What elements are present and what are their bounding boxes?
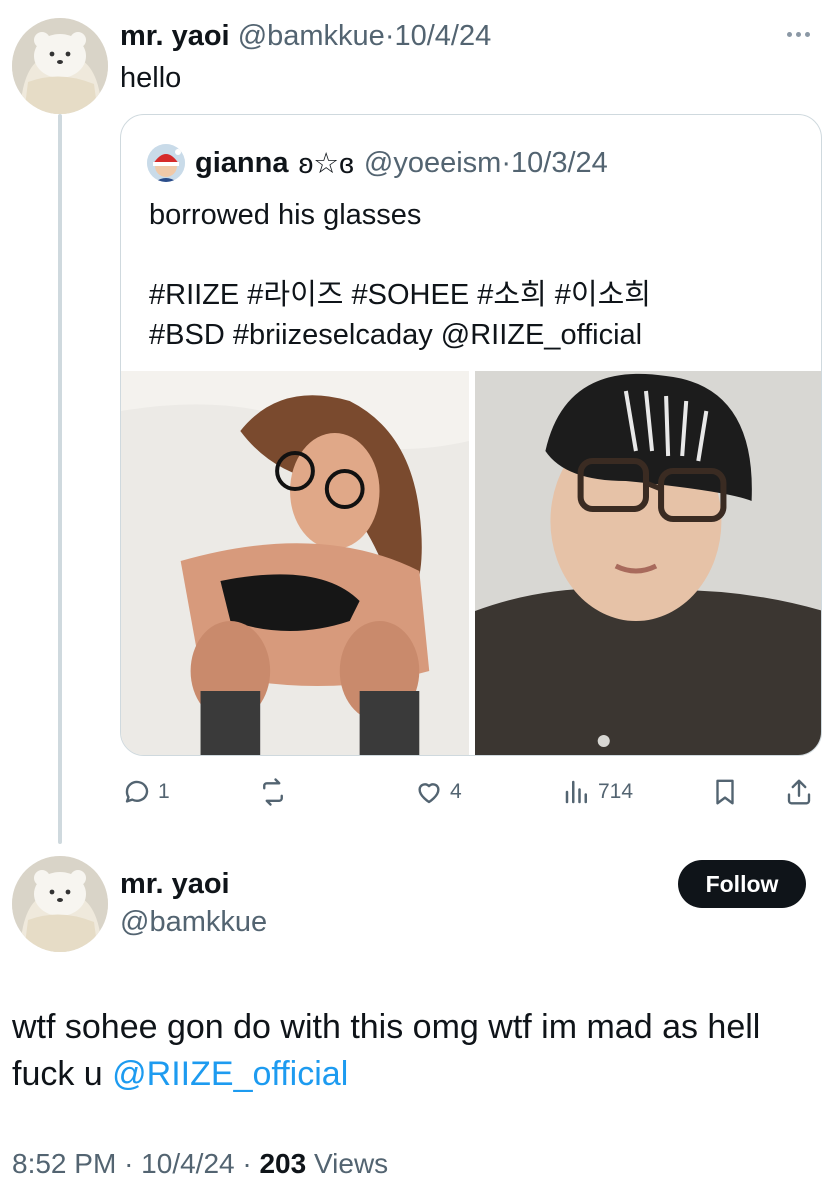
quoted-author-name-deco: ʚ☆ɞ — [298, 147, 354, 180]
like-icon — [418, 783, 440, 804]
quoted-tweet-header: gianna ʚ☆ɞ @yoeeism·10/3/24 — [147, 144, 608, 182]
views-label: Views — [313, 1148, 389, 1179]
action-bar: 1 4 714 — [120, 770, 820, 814]
quoted-tweet-card[interactable]: gianna ʚ☆ɞ @yoeeism·10/3/24 borrowed his… — [120, 114, 822, 756]
follow-button[interactable]: Follow — [678, 860, 806, 908]
bookmark-icon — [716, 779, 734, 805]
avatar[interactable] — [12, 18, 108, 114]
quoted-media — [121, 371, 821, 755]
quoted-tweet-text: borrowed his glasses #RIIZE #라이즈 #SOHEE … — [149, 195, 799, 355]
tweet-date[interactable]: 10/4/24 — [394, 20, 491, 52]
repost-button[interactable] — [258, 770, 294, 814]
author-handle[interactable]: @bamkkue — [120, 904, 267, 940]
like-count: 4 — [450, 780, 462, 803]
repost-icon — [263, 778, 283, 806]
reply-count: 1 — [158, 780, 170, 803]
photo-left[interactable] — [121, 371, 469, 755]
tweet-page: mr. yaoi @bamkkue·10/4/24 hello gianna ʚ… — [0, 0, 828, 1200]
quoted-author-name: gianna — [195, 146, 289, 179]
reply-tweet-text: hello — [120, 62, 182, 94]
views-count: 714 — [598, 780, 634, 803]
mention-link[interactable]: @RIIZE_official — [112, 1055, 348, 1093]
author-name[interactable]: mr. yaoi — [120, 866, 230, 902]
avatar-image — [12, 18, 108, 114]
reply-tweet-header: mr. yaoi @bamkkue·10/4/24 — [120, 18, 491, 54]
views-icon — [565, 780, 587, 804]
main-tweet-text: wtf sohee gon do with this omg wtf im ma… — [12, 1004, 812, 1098]
views-count: 203 — [259, 1148, 307, 1179]
avatar-image — [12, 856, 108, 952]
quoted-author-handle: @yoeeism·10/3/24 — [363, 146, 608, 179]
tweet-date[interactable]: 10/4/24 — [141, 1148, 234, 1179]
reply-button[interactable]: 1 — [122, 770, 170, 814]
author-handle[interactable]: @bamkkue — [238, 20, 385, 52]
quoted-avatar — [147, 144, 185, 182]
tweet-time[interactable]: 8:52 PM — [12, 1148, 116, 1179]
thread-line — [58, 114, 62, 844]
avatar[interactable] — [12, 856, 108, 952]
author-name[interactable]: mr. yaoi — [120, 20, 230, 52]
quoted-hashtags-line: #RIIZE #라이즈 #SOHEE #소희 #이소희 — [149, 279, 651, 311]
reply-icon — [125, 780, 149, 803]
like-button[interactable]: 4 — [414, 770, 462, 814]
more-horizontal-icon[interactable] — [778, 22, 818, 46]
views-button[interactable]: 714 — [562, 770, 633, 814]
share-icon — [787, 779, 811, 805]
quoted-text-line: borrowed his glasses — [149, 199, 422, 231]
separator: · — [124, 1148, 134, 1179]
tweet-meta: 8:52 PM · 10/4/24 · 203 Views — [12, 1146, 388, 1182]
quoted-hashtags-line: #BSD #briizeselcaday @RIIZE_official — [149, 319, 643, 351]
photo-right[interactable] — [475, 371, 821, 755]
bookmark-button[interactable] — [710, 770, 740, 814]
separator: · — [242, 1148, 252, 1179]
share-button[interactable] — [784, 770, 814, 814]
